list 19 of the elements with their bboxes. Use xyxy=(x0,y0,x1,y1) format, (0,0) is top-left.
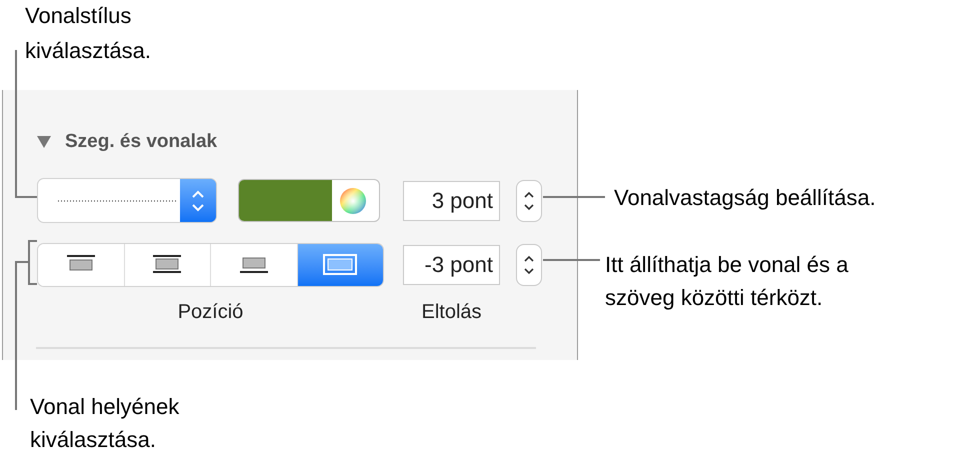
position-label: Pozíció xyxy=(178,300,244,324)
popup-stepper[interactable] xyxy=(180,179,216,222)
leader-line xyxy=(543,259,600,261)
disclosure-triangle[interactable] xyxy=(37,136,51,148)
callout-text: Vonal helyének kiválasztása. xyxy=(30,393,180,454)
callout-text: Vonalvastagság beállítása. xyxy=(614,184,876,212)
offset-label: Eltolás xyxy=(421,300,482,324)
section-title: Szeg. és vonalak xyxy=(65,130,218,154)
leader-line xyxy=(543,196,605,198)
color-well[interactable] xyxy=(238,179,380,222)
width-stepper[interactable] xyxy=(516,180,542,222)
callout-text: Itt állíthatja be vonal és a szöveg közötti térközt. xyxy=(605,251,848,312)
border-position-icon xyxy=(322,254,358,275)
line-style-popup[interactable] xyxy=(38,179,216,222)
offset-stepper[interactable] xyxy=(516,244,542,286)
width-field[interactable]: 3 pont xyxy=(403,180,500,220)
offset-field[interactable]: -3 pont xyxy=(403,244,500,284)
callout-text: Vonalstílus kiválasztása. xyxy=(25,2,151,65)
color-wheel-icon[interactable] xyxy=(338,186,368,216)
